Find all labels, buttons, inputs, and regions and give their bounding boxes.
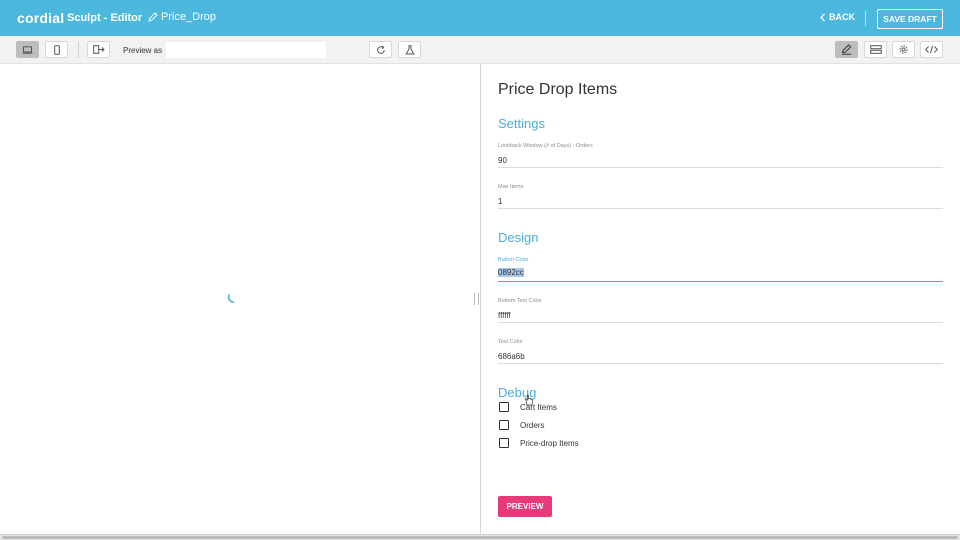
flask-icon xyxy=(404,44,415,54)
max-items-label: Max Items xyxy=(498,184,524,190)
test-button[interactable] xyxy=(398,41,421,58)
pencil-icon xyxy=(841,44,852,55)
refresh-button[interactable] xyxy=(369,41,392,58)
button-color-label: Button Color xyxy=(498,257,529,263)
layout-button[interactable] xyxy=(864,41,887,58)
refresh-icon xyxy=(376,45,385,54)
app-title: Sculpt - Editor xyxy=(67,12,143,24)
back-button-label: BACK xyxy=(829,12,855,22)
editor-toolbar: Preview as xyxy=(0,36,960,64)
pencil-icon xyxy=(148,12,158,22)
debug-option-label: Orders xyxy=(520,420,545,430)
panel-title: Price Drop Items xyxy=(498,81,618,98)
checkbox[interactable] xyxy=(499,402,509,412)
edit-mode-button[interactable] xyxy=(835,41,858,58)
mobile-icon xyxy=(53,44,60,55)
chevron-left-icon xyxy=(820,13,825,21)
debug-option-orders[interactable]: Orders xyxy=(499,420,544,430)
toolbar-divider xyxy=(78,42,79,58)
loading-spinner-icon xyxy=(227,294,235,303)
mobile-view-button[interactable] xyxy=(45,41,68,58)
debug-option-label: Price-drop Items xyxy=(520,438,579,448)
exit-icon xyxy=(92,45,105,54)
back-button[interactable]: BACK xyxy=(819,12,855,22)
code-icon xyxy=(925,45,938,54)
settings-button[interactable] xyxy=(892,41,915,58)
desktop-view-button[interactable] xyxy=(16,41,39,58)
document-name-label: Price_Drop xyxy=(161,11,217,23)
app-header: cordial Sculpt - Editor Price_Drop BACK … xyxy=(0,0,960,36)
settings-heading: Settings xyxy=(498,116,545,131)
checkbox[interactable] xyxy=(499,420,509,430)
button-color-input[interactable]: 0892cc xyxy=(498,268,943,282)
layout-icon xyxy=(869,45,882,54)
debug-option-price-drop-items[interactable]: Price-drop Items xyxy=(499,438,579,448)
button-color-value: 0892cc xyxy=(498,268,524,277)
preview-button[interactable]: PREVIEW xyxy=(498,496,552,517)
properties-panel: Price Drop Items Settings Lookback Windo… xyxy=(481,64,960,534)
design-heading: Design xyxy=(498,230,539,245)
preview-as-input[interactable] xyxy=(166,42,326,58)
preview-canvas xyxy=(0,64,480,534)
text-color-input[interactable] xyxy=(498,350,943,364)
cordial-logo[interactable]: cordial xyxy=(17,10,64,26)
desktop-icon xyxy=(22,45,33,54)
lookback-window-input[interactable] xyxy=(498,154,943,168)
save-draft-button[interactable]: SAVE DRAFT xyxy=(877,9,943,29)
exit-preview-button[interactable] xyxy=(87,41,110,58)
checkbox[interactable] xyxy=(499,438,509,448)
code-view-button[interactable] xyxy=(920,41,943,58)
lookback-window-label: Lookback Window (# of Days) - Orders xyxy=(498,143,593,149)
scrollbar-thumb[interactable] xyxy=(2,536,958,539)
max-items-input[interactable] xyxy=(498,195,943,209)
hand-cursor-icon xyxy=(524,394,533,406)
gear-icon xyxy=(899,45,908,54)
header-divider xyxy=(865,11,866,26)
button-text-color-input[interactable] xyxy=(498,309,943,323)
splitter-handle[interactable] xyxy=(474,293,479,305)
button-text-color-label: Bottom Text Color xyxy=(498,298,542,304)
text-color-label: Text Color xyxy=(498,339,523,345)
preview-as-label: Preview as xyxy=(123,46,163,55)
document-name[interactable]: Price_Drop xyxy=(148,11,216,23)
